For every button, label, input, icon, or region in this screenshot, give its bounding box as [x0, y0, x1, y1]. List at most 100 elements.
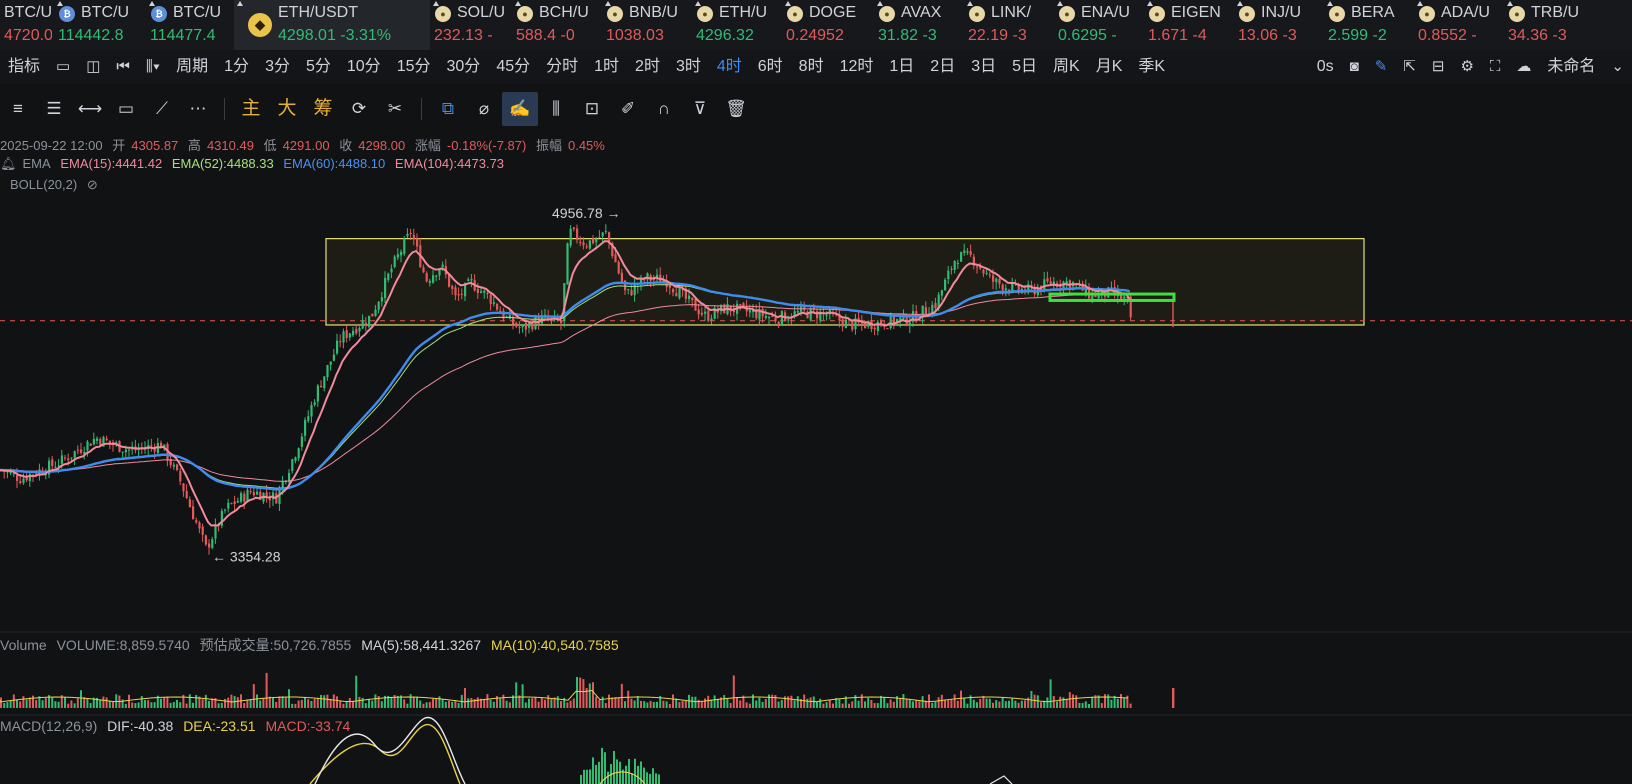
rectangle-icon[interactable]: ▭	[108, 92, 144, 126]
ticker-12[interactable]: ● EIGEN 1.671 -4	[1144, 0, 1234, 50]
ema15-value: EMA(15):4441.42	[60, 156, 163, 171]
refresh-icon[interactable]: ⟳	[341, 92, 377, 126]
ticker-3[interactable]: ◆ ETH/USDT 4298.01 -3.31%	[234, 0, 430, 50]
interval-10[interactable]: 3时	[668, 50, 709, 84]
ticker-7[interactable]: ● ETH/U 4296.32	[692, 0, 782, 50]
draw-brush-icon[interactable]: ✍	[502, 92, 538, 126]
trendline-icon[interactable]: ⟋	[144, 92, 180, 126]
chart-type-icon[interactable]: ⫼▾	[138, 50, 168, 84]
interval-14[interactable]: 12时	[832, 50, 882, 84]
ticker-16[interactable]: ● TRB/U 34.36 -3	[1504, 0, 1604, 50]
measure-icon[interactable]: ⌀	[466, 92, 502, 126]
boll-legend[interactable]: BOLL(20,2) ⊘	[10, 177, 104, 193]
interval-11[interactable]: 4时	[709, 50, 750, 84]
volume-bar	[441, 698, 444, 708]
volume-bar	[169, 702, 172, 708]
interval-18[interactable]: 5日	[1004, 50, 1045, 84]
eye-hidden-icon[interactable]: ⊘	[87, 177, 98, 192]
volume-bar	[540, 697, 543, 708]
bell-icon[interactable]: 🔔︎	[0, 156, 17, 171]
layout-icon[interactable]: ◫	[78, 50, 108, 84]
filter-icon[interactable]: ⊽	[682, 92, 718, 126]
interval-7[interactable]: 分时	[538, 50, 586, 84]
ticker-1[interactable]: ₿ BTC/U 114442.8	[54, 0, 146, 50]
period-button[interactable]: 周期	[168, 50, 216, 84]
volume-bar	[1110, 699, 1113, 708]
settings-icon[interactable]: ⚙	[1452, 50, 1481, 84]
ema-legend[interactable]: 🔔︎ EMA EMA(15):4441.42 EMA(52):4488.33 EM…	[0, 156, 510, 172]
interval-0[interactable]: 1分	[216, 50, 257, 84]
volume-bar	[1052, 696, 1055, 708]
horizontal-line-icon[interactable]: ⟷	[72, 92, 108, 126]
candle-body	[448, 274, 451, 287]
interval-5[interactable]: 30分	[439, 50, 489, 84]
ticker-11[interactable]: ● ENA/U 0.6295 -	[1054, 0, 1144, 50]
chips-button[interactable]: 筹	[305, 92, 341, 126]
chevron-down-icon[interactable]: ⌄	[1603, 50, 1632, 84]
indicators-button[interactable]: 指标	[0, 50, 48, 84]
more-icon[interactable]: ⋯	[180, 92, 216, 126]
calendar-icon[interactable]: ▭	[48, 50, 78, 84]
candle-body	[700, 312, 703, 315]
export-icon[interactable]: ⇱	[1395, 50, 1424, 84]
interval-1[interactable]: 3分	[257, 50, 298, 84]
candle-body	[313, 402, 316, 405]
camera-icon[interactable]: ◙	[1342, 50, 1367, 84]
pin-icon	[1147, 0, 1153, 6]
magnet-icon[interactable]: ∩	[646, 92, 682, 126]
pin-icon	[1417, 0, 1423, 6]
ticker-9[interactable]: ● AVAX 31.82 -3	[874, 0, 964, 50]
interval-4[interactable]: 15分	[389, 50, 439, 84]
candles-icon[interactable]: ⫼	[538, 92, 574, 126]
lock-icon[interactable]: ⊡	[574, 92, 610, 126]
interval-19[interactable]: 周K	[1045, 50, 1088, 84]
ticker-14[interactable]: ● BERA 2.599 -2	[1324, 0, 1414, 50]
layout-name-dropdown[interactable]: 未命名	[1539, 50, 1603, 84]
big-order-button[interactable]: 大	[269, 92, 305, 126]
ticker-13[interactable]: ● INJ/U 13.06 -3	[1234, 0, 1324, 50]
list-icon[interactable]: ☰	[36, 92, 72, 126]
interval-16[interactable]: 2日	[922, 50, 963, 84]
ticker-5[interactable]: ● BCH/U 588.4 -0	[512, 0, 602, 50]
pencil-icon[interactable]: ✎	[1367, 50, 1396, 84]
candle-body	[406, 233, 409, 237]
fullscreen-icon[interactable]: ⛶	[1482, 50, 1509, 84]
ticker-6[interactable]: ● BNB/U 1038.03	[602, 0, 692, 50]
interval-13[interactable]: 8时	[791, 50, 832, 84]
interval-21[interactable]: 季K	[1130, 50, 1173, 84]
trash-icon[interactable]: 🗑	[718, 92, 754, 126]
ruler-icon[interactable]: ⊟	[1424, 50, 1453, 84]
chart-canvas[interactable]: 4956.78 → ← 3354.28	[0, 130, 1632, 784]
interval-3[interactable]: 10分	[339, 50, 389, 84]
note-icon[interactable]: ✐	[610, 92, 646, 126]
ticker-4[interactable]: ● SOL/U 232.13 -	[430, 0, 512, 50]
ticker-0[interactable]: BTC/U 4720.0	[0, 0, 54, 50]
ticker-2[interactable]: ₿ BTC/U 114477.4	[146, 0, 234, 50]
rewind-icon[interactable]: ⏮	[108, 50, 138, 84]
volume-bar	[108, 701, 111, 708]
interval-15[interactable]: 1日	[881, 50, 922, 84]
interval-2[interactable]: 5分	[298, 50, 339, 84]
candle-body	[780, 311, 783, 325]
scissors-icon[interactable]: ✂	[377, 92, 413, 126]
interval-6[interactable]: 45分	[488, 50, 538, 84]
copy-icon[interactable]: ⧉	[430, 92, 466, 126]
volume-bar	[1040, 702, 1042, 708]
candle-body	[329, 361, 332, 365]
interval-8[interactable]: 1时	[586, 50, 627, 84]
ticker-15[interactable]: ● ADA/U 0.8552 -	[1414, 0, 1504, 50]
interval-20[interactable]: 月K	[1088, 50, 1131, 84]
volume-bar	[361, 697, 364, 708]
interval-9[interactable]: 2时	[627, 50, 668, 84]
interval-12[interactable]: 6时	[750, 50, 791, 84]
interval-17[interactable]: 3日	[963, 50, 1004, 84]
ticker-10[interactable]: ● LINK/22.19 -3	[964, 0, 1054, 50]
volume-bar	[1129, 703, 1132, 708]
chart-area[interactable]: 4956.78 → ← 3354.28 2025-09-22 12:00 开 430…	[0, 130, 1632, 784]
menu-icon[interactable]: ≡	[0, 92, 36, 126]
cloud-icon[interactable]: ☁	[1508, 50, 1539, 84]
macd-bar	[637, 765, 639, 784]
volume-bar	[732, 675, 735, 708]
ticker-8[interactable]: ● DOGE 0.24952	[782, 0, 874, 50]
main-indicator-button[interactable]: 主	[233, 92, 269, 126]
